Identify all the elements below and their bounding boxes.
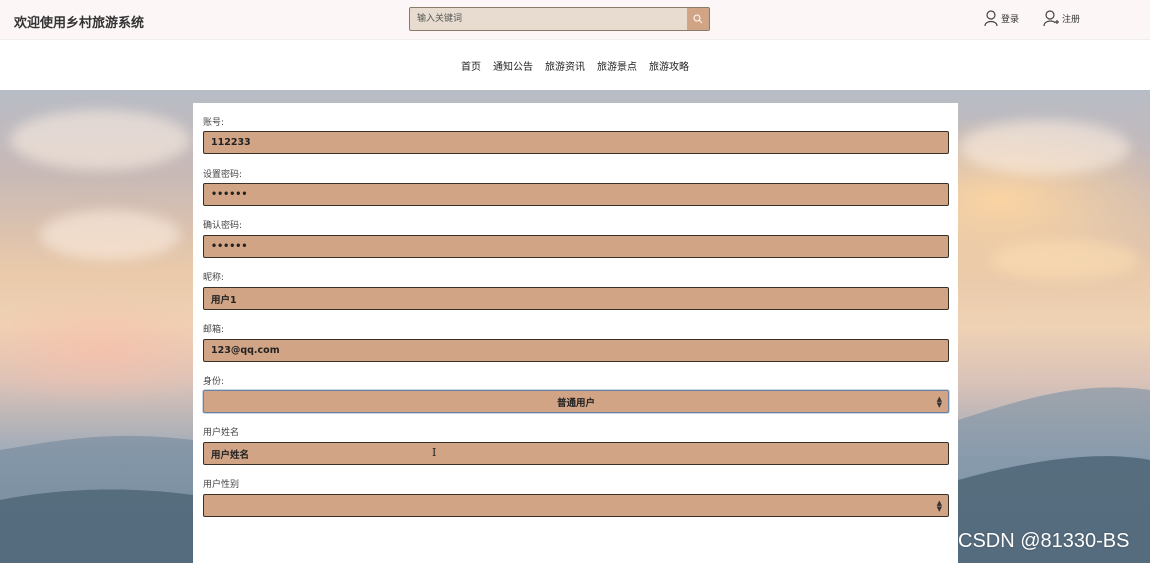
confirm-password-label: 确认密码:: [203, 221, 243, 231]
top-header: 欢迎使用乡村旅游系统 登录 注册: [0, 0, 1150, 40]
account-label: 账号:: [203, 118, 225, 128]
account-input[interactable]: 112233: [203, 131, 949, 154]
select-arrows-icon: ▲ ▼: [936, 395, 942, 409]
nav-home[interactable]: 首页: [461, 58, 481, 73]
confirm-password-input[interactable]: ••••••: [203, 235, 949, 258]
email-input[interactable]: 123@qq.com: [203, 339, 949, 362]
real-name-label: 用户姓名: [203, 428, 240, 438]
nav-attractions[interactable]: 旅游景点: [597, 58, 637, 73]
search-input[interactable]: [410, 8, 687, 30]
real-name-input[interactable]: 用户姓名: [203, 442, 949, 465]
gender-select[interactable]: ▲ ▼: [203, 494, 949, 517]
main-nav: 首页 通知公告 旅游资讯 旅游景点 旅游攻略: [0, 40, 1150, 90]
register-form: 账号: 112233 设置密码: •••••• 确认密码: •••••• 昵称:…: [193, 103, 958, 563]
login-label: 登录: [1001, 14, 1020, 25]
search-box: [409, 7, 710, 31]
nav-travel-guides[interactable]: 旅游攻略: [649, 58, 689, 73]
identity-value: 普通用户: [556, 397, 595, 409]
watermark: CSDN @81330-BS: [958, 530, 1130, 552]
login-link[interactable]: 登录: [983, 9, 1019, 27]
search-button[interactable]: [687, 8, 709, 30]
gender-label: 用户性别: [203, 480, 240, 490]
user-icon: [984, 10, 998, 27]
identity-label: 身份:: [203, 377, 225, 387]
password-input[interactable]: ••••••: [203, 183, 949, 206]
register-link[interactable]: 注册: [1042, 9, 1080, 27]
nav-travel-news[interactable]: 旅游资讯: [545, 58, 585, 73]
add-user-icon: [1043, 10, 1059, 27]
nickname-label: 昵称:: [203, 273, 225, 283]
email-label: 邮箱:: [203, 325, 225, 335]
select-arrows-icon: ▲ ▼: [936, 499, 942, 513]
identity-select[interactable]: 普通用户 ▲ ▼: [203, 390, 949, 413]
site-title: 欢迎使用乡村旅游系统: [14, 16, 145, 31]
password-label: 设置密码:: [203, 170, 243, 180]
search-icon: [693, 14, 703, 24]
text-cursor-icon: I: [432, 446, 437, 459]
register-label: 注册: [1062, 14, 1081, 25]
nickname-input[interactable]: 用户1: [203, 287, 949, 310]
nav-notices[interactable]: 通知公告: [493, 58, 533, 73]
